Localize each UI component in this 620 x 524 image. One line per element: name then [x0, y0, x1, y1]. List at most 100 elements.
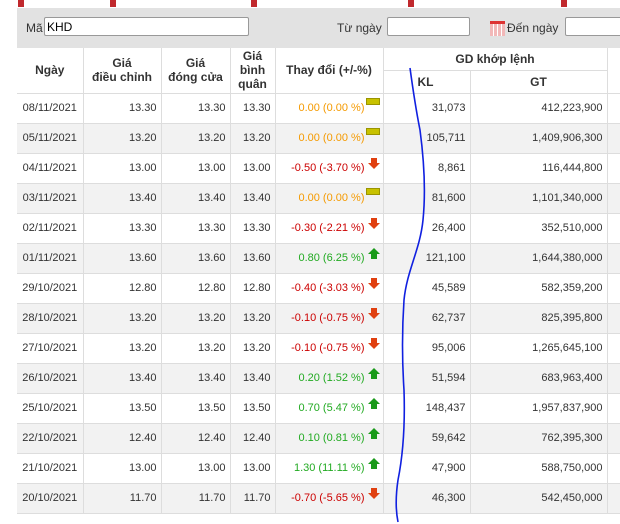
from-date-input[interactable]	[387, 17, 470, 36]
value-cell: 1,644,380,000	[470, 243, 608, 274]
arrow-up-icon	[367, 247, 380, 259]
change-cell: -0.10 (-0.75 %)	[275, 303, 384, 334]
adjusted-price-cell: 13.40	[83, 363, 162, 394]
arrow-down-icon	[367, 217, 380, 229]
avg-price-cell: 13.30	[230, 213, 276, 244]
value-cell: 582,359,200	[470, 273, 608, 304]
price-history-table: Ngày Giá điều chỉnh Giá đóng cửa Giá bìn…	[17, 48, 620, 514]
table-row: 21/10/2021 13.00 13.00 13.00 1.30 (11.11 %) 4…	[17, 453, 620, 484]
change-cell: 0.20 (1.52 %)	[275, 363, 384, 394]
table-row: 29/10/2021 12.80 12.80 12.80 -0.40 (-3.03 %)…	[17, 273, 620, 304]
avg-price-cell: 13.00	[230, 453, 276, 484]
header-kl: KL	[383, 70, 471, 94]
date-cell: 29/10/2021	[17, 273, 84, 304]
adjusted-price-cell: 13.00	[83, 153, 162, 184]
value-cell: 1,265,645,100	[470, 333, 608, 364]
close-price-cell: 13.60	[161, 243, 231, 274]
close-price-cell: 13.20	[161, 303, 231, 334]
adjusted-price-cell: 13.20	[83, 303, 162, 334]
close-price-cell: 11.70	[161, 483, 231, 514]
volume-cell: 31,073	[383, 93, 471, 124]
table-row: 27/10/2021 13.20 13.20 13.20 -0.10 (-0.75 %)…	[17, 333, 620, 364]
avg-price-cell: 13.20	[230, 333, 276, 364]
change-cell: -0.70 (-5.65 %)	[275, 483, 384, 514]
change-cell: 0.00 (0.00 %)	[275, 93, 384, 124]
arrow-down-icon	[367, 157, 380, 169]
to-date-label: Đến ngày	[507, 21, 559, 35]
adjusted-price-cell: 12.80	[83, 273, 162, 304]
avg-price-cell: 13.40	[230, 363, 276, 394]
adjusted-price-cell: 13.60	[83, 243, 162, 274]
arrow-down-icon	[367, 337, 380, 349]
to-date-input[interactable]	[565, 17, 620, 36]
close-price-cell: 13.40	[161, 183, 231, 214]
calendar-icon[interactable]	[490, 21, 505, 36]
avg-price-cell: 13.50	[230, 393, 276, 424]
adjusted-price-cell: 13.00	[83, 453, 162, 484]
no-change-icon	[365, 127, 380, 135]
date-cell: 05/11/2021	[17, 123, 84, 154]
close-price-cell: 13.00	[161, 453, 231, 484]
adjusted-price-cell: 13.30	[83, 93, 162, 124]
date-cell: 28/10/2021	[17, 303, 84, 334]
avg-price-cell: 13.00	[230, 153, 276, 184]
value-cell: 588,750,000	[470, 453, 608, 484]
table-row: 04/11/2021 13.00 13.00 13.00 -0.50 (-3.70 %)…	[17, 153, 620, 184]
close-price-cell: 13.30	[161, 213, 231, 244]
header-avg-price: Giá bình quân	[230, 48, 276, 94]
change-cell: -0.50 (-3.70 %)	[275, 153, 384, 184]
arrow-up-icon	[367, 367, 380, 379]
close-price-cell: 13.20	[161, 123, 231, 154]
adjusted-price-cell: 12.40	[83, 423, 162, 454]
arrow-up-icon	[367, 457, 380, 469]
date-cell: 08/11/2021	[17, 93, 84, 124]
table-row: 22/10/2021 12.40 12.40 12.40 0.10 (0.81 %) 59…	[17, 423, 620, 454]
close-price-cell: 13.00	[161, 153, 231, 184]
adjusted-price-cell: 13.50	[83, 393, 162, 424]
date-cell: 20/10/2021	[17, 483, 84, 514]
avg-price-cell: 13.30	[230, 93, 276, 124]
value-cell: 825,395,800	[470, 303, 608, 334]
arrow-up-icon	[367, 427, 380, 439]
change-cell: 0.10 (0.81 %)	[275, 423, 384, 454]
change-cell: 0.70 (5.47 %)	[275, 393, 384, 424]
ma-label: Mã	[26, 21, 43, 35]
date-cell: 26/10/2021	[17, 363, 84, 394]
arrow-down-icon	[367, 487, 380, 499]
avg-price-cell: 13.20	[230, 123, 276, 154]
value-cell: 1,957,837,900	[470, 393, 608, 424]
value-cell: 683,963,400	[470, 363, 608, 394]
value-cell: 542,450,000	[470, 483, 608, 514]
change-cell: 1.30 (11.11 %)	[275, 453, 384, 484]
close-price-cell: 13.30	[161, 93, 231, 124]
adjusted-price-cell: 13.30	[83, 213, 162, 244]
date-cell: 04/11/2021	[17, 153, 84, 184]
value-cell: 116,444,800	[470, 153, 608, 184]
filter-bar: Mã Từ ngày Đến ngày	[17, 8, 620, 48]
table-row: 02/11/2021 13.30 13.30 13.30 -0.30 (-2.21 %)…	[17, 213, 620, 244]
avg-price-cell: 12.80	[230, 273, 276, 304]
volume-cell: 51,594	[383, 363, 471, 394]
table-row: 26/10/2021 13.40 13.40 13.40 0.20 (1.52 %) 51…	[17, 363, 620, 394]
table-row: 08/11/2021 13.30 13.30 13.30 0.00 (0.00 %) 31…	[17, 93, 620, 124]
adjusted-price-cell: 13.20	[83, 123, 162, 154]
header-date: Ngày	[17, 48, 84, 94]
volume-cell: 62,737	[383, 303, 471, 334]
volume-cell: 95,006	[383, 333, 471, 364]
adjusted-price-cell: 13.20	[83, 333, 162, 364]
adjusted-price-cell: 11.70	[83, 483, 162, 514]
arrow-down-icon	[367, 307, 380, 319]
change-cell: 0.00 (0.00 %)	[275, 123, 384, 154]
stock-code-input[interactable]	[44, 17, 249, 36]
volume-cell: 59,642	[383, 423, 471, 454]
date-cell: 22/10/2021	[17, 423, 84, 454]
volume-cell: 8,861	[383, 153, 471, 184]
table-row: 01/11/2021 13.60 13.60 13.60 0.80 (6.25 %) 12…	[17, 243, 620, 274]
date-cell: 27/10/2021	[17, 333, 84, 364]
change-cell: 0.80 (6.25 %)	[275, 243, 384, 274]
table-row: 03/11/2021 13.40 13.40 13.40 0.00 (0.00 %) 81…	[17, 183, 620, 214]
header-close-price: Giá đóng cửa	[161, 48, 231, 94]
avg-price-cell: 11.70	[230, 483, 276, 514]
value-cell: 1,409,906,300	[470, 123, 608, 154]
volume-cell: 121,100	[383, 243, 471, 274]
